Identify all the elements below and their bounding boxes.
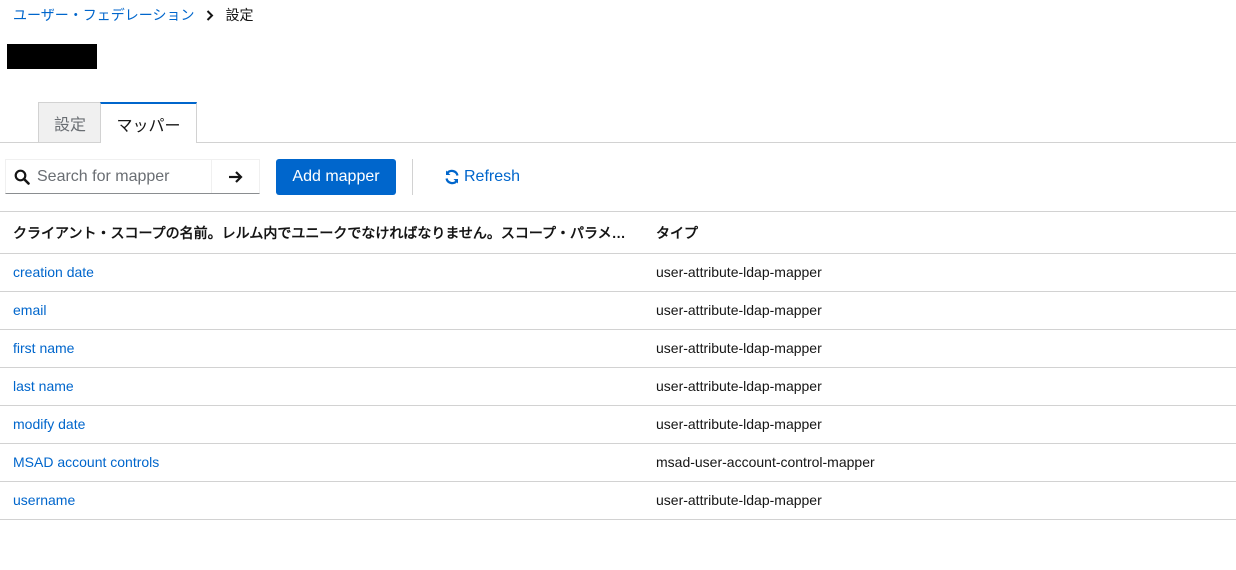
search-icon — [6, 169, 37, 185]
breadcrumb: ユーザー・フェデレーション 設定 — [13, 6, 253, 24]
mapper-type: user-attribute-ldap-mapper — [656, 302, 822, 318]
tab-settings[interactable]: 設定 — [38, 102, 101, 142]
mapper-name-link[interactable]: creation date — [13, 254, 94, 291]
search-box — [5, 159, 260, 194]
mapper-name-link[interactable]: last name — [13, 368, 74, 405]
mapper-name-link[interactable]: modify date — [13, 406, 85, 443]
mapper-type: user-attribute-ldap-mapper — [656, 416, 822, 432]
breadcrumb-link-user-federation[interactable]: ユーザー・フェデレーション — [13, 5, 194, 25]
breadcrumb-current: 設定 — [225, 7, 254, 23]
mapper-type: user-attribute-ldap-mapper — [656, 492, 822, 508]
table-header: クライアント・スコープの名前。レルム内でユニークでなければなりません。スコープ・… — [0, 212, 1236, 254]
page-title-redacted — [7, 44, 97, 69]
mapper-name-link[interactable]: email — [13, 292, 46, 329]
add-mapper-button[interactable]: Add mapper — [276, 159, 396, 195]
table-row: first name user-attribute-ldap-mapper — [0, 330, 1236, 368]
arrow-right-icon — [229, 170, 243, 183]
search-input[interactable] — [37, 161, 212, 192]
mapper-name-link[interactable]: first name — [13, 330, 74, 367]
refresh-button[interactable]: Refresh — [444, 159, 520, 195]
table-row: modify date user-attribute-ldap-mapper — [0, 406, 1236, 444]
page: ユーザー・フェデレーション 設定 設定 マッパー Add mapper — [0, 0, 1236, 570]
refresh-label: Refresh — [464, 168, 521, 185]
mapper-type: user-attribute-ldap-mapper — [656, 378, 822, 394]
table-row: username user-attribute-ldap-mapper — [0, 482, 1236, 520]
mapper-name-link[interactable]: MSAD account controls — [13, 444, 159, 481]
table-row: email user-attribute-ldap-mapper — [0, 292, 1236, 330]
search-submit-button[interactable] — [211, 160, 259, 193]
table-row: MSAD account controls msad-user-account-c… — [0, 444, 1236, 482]
sync-icon — [444, 169, 460, 185]
mapper-type: user-attribute-ldap-mapper — [656, 264, 822, 280]
mappers-table: クライアント・スコープの名前。レルム内でユニークでなければなりません。スコープ・… — [0, 211, 1236, 520]
table-row: last name user-attribute-ldap-mapper — [0, 368, 1236, 406]
column-header-name[interactable]: クライアント・スコープの名前。レルム内でユニークでなければなりません。スコープ・… — [13, 223, 638, 243]
mapper-type: msad-user-account-control-mapper — [656, 454, 875, 470]
toolbar-divider — [412, 159, 413, 195]
table-row: creation date user-attribute-ldap-mapper — [0, 254, 1236, 292]
mapper-type: user-attribute-ldap-mapper — [656, 340, 822, 356]
tab-bar: 設定 マッパー — [0, 102, 1236, 143]
chevron-right-icon — [204, 9, 216, 21]
column-header-type: タイプ — [656, 224, 698, 241]
tab-mappers[interactable]: マッパー — [100, 102, 197, 143]
table-body: creation date user-attribute-ldap-mapper e… — [0, 254, 1236, 520]
mapper-name-link[interactable]: username — [13, 482, 75, 519]
